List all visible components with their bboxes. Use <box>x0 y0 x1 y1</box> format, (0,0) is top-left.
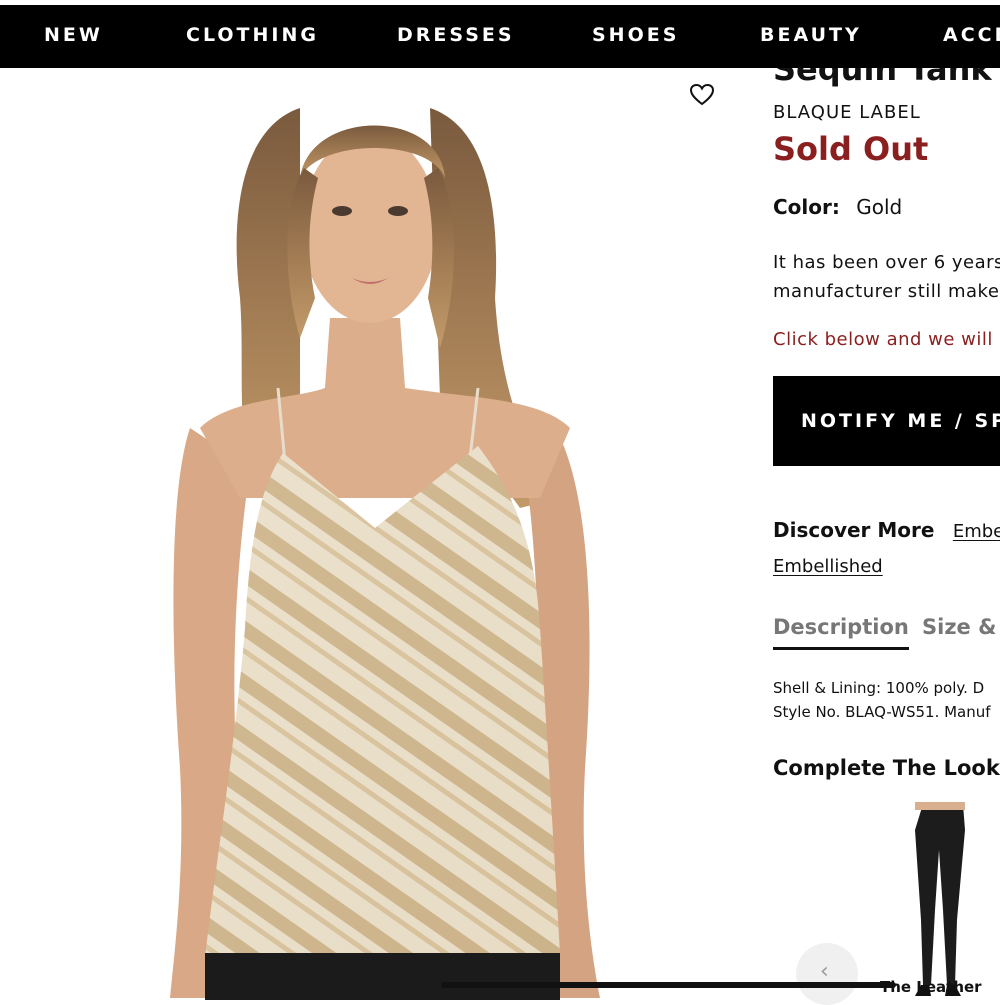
tab-size-fit[interactable]: Size & <box>922 615 996 639</box>
nav-item-beauty[interactable]: BEAUTY <box>760 5 862 68</box>
nav-item-new[interactable]: NEW <box>44 5 103 68</box>
notify-prompt: Click below and we will l <box>773 329 1000 350</box>
product-image[interactable] <box>0 68 740 1000</box>
discover-more: Discover More Embel <box>773 518 1000 542</box>
home-indicator[interactable] <box>441 982 896 988</box>
product-details-panel: Sequin Tank BLAQUE LABEL Sold Out Color:… <box>773 68 1000 1000</box>
color-value: Gold <box>856 195 903 219</box>
sold-out-message-line-2: manufacturer still make <box>773 281 1000 302</box>
top-nav: NEW CLOTHING DRESSES SHOES BEAUTY ACCE <box>0 5 1000 68</box>
look-item-image[interactable] <box>885 800 995 1000</box>
chevron-left-icon: ‹ <box>820 959 829 984</box>
stock-status: Sold Out <box>773 130 929 168</box>
discover-link-embellished[interactable]: Embellished <box>773 556 883 577</box>
nav-item-accessories[interactable]: ACCE <box>943 5 1000 68</box>
discover-link-embel[interactable]: Embel <box>953 521 1000 542</box>
complete-the-look-heading: Complete The Look <box>773 756 1000 780</box>
discover-more-label: Discover More <box>773 518 935 542</box>
brand-name[interactable]: BLAQUE LABEL <box>773 102 921 123</box>
notify-me-button[interactable]: NOTIFY ME / SPE <box>773 376 1000 466</box>
carousel-prev-button[interactable]: ‹ <box>796 943 858 1005</box>
tab-description[interactable]: Description <box>773 615 909 650</box>
spec-line-1: Shell & Lining: 100% poly. D <box>773 679 985 697</box>
color-row: Color: Gold <box>773 195 902 219</box>
model-photo <box>170 108 600 1000</box>
sold-out-message-line-1: It has been over 6 years <box>773 252 1000 273</box>
nav-item-clothing[interactable]: CLOTHING <box>186 5 319 68</box>
color-label: Color: <box>773 195 840 219</box>
heart-icon[interactable] <box>689 83 715 107</box>
nav-item-shoes[interactable]: SHOES <box>592 5 679 68</box>
nav-item-dresses[interactable]: DRESSES <box>397 5 515 68</box>
spec-line-2: Style No. BLAQ-WS51. Manuf <box>773 703 991 721</box>
product-title: Sequin Tank <box>773 68 992 88</box>
